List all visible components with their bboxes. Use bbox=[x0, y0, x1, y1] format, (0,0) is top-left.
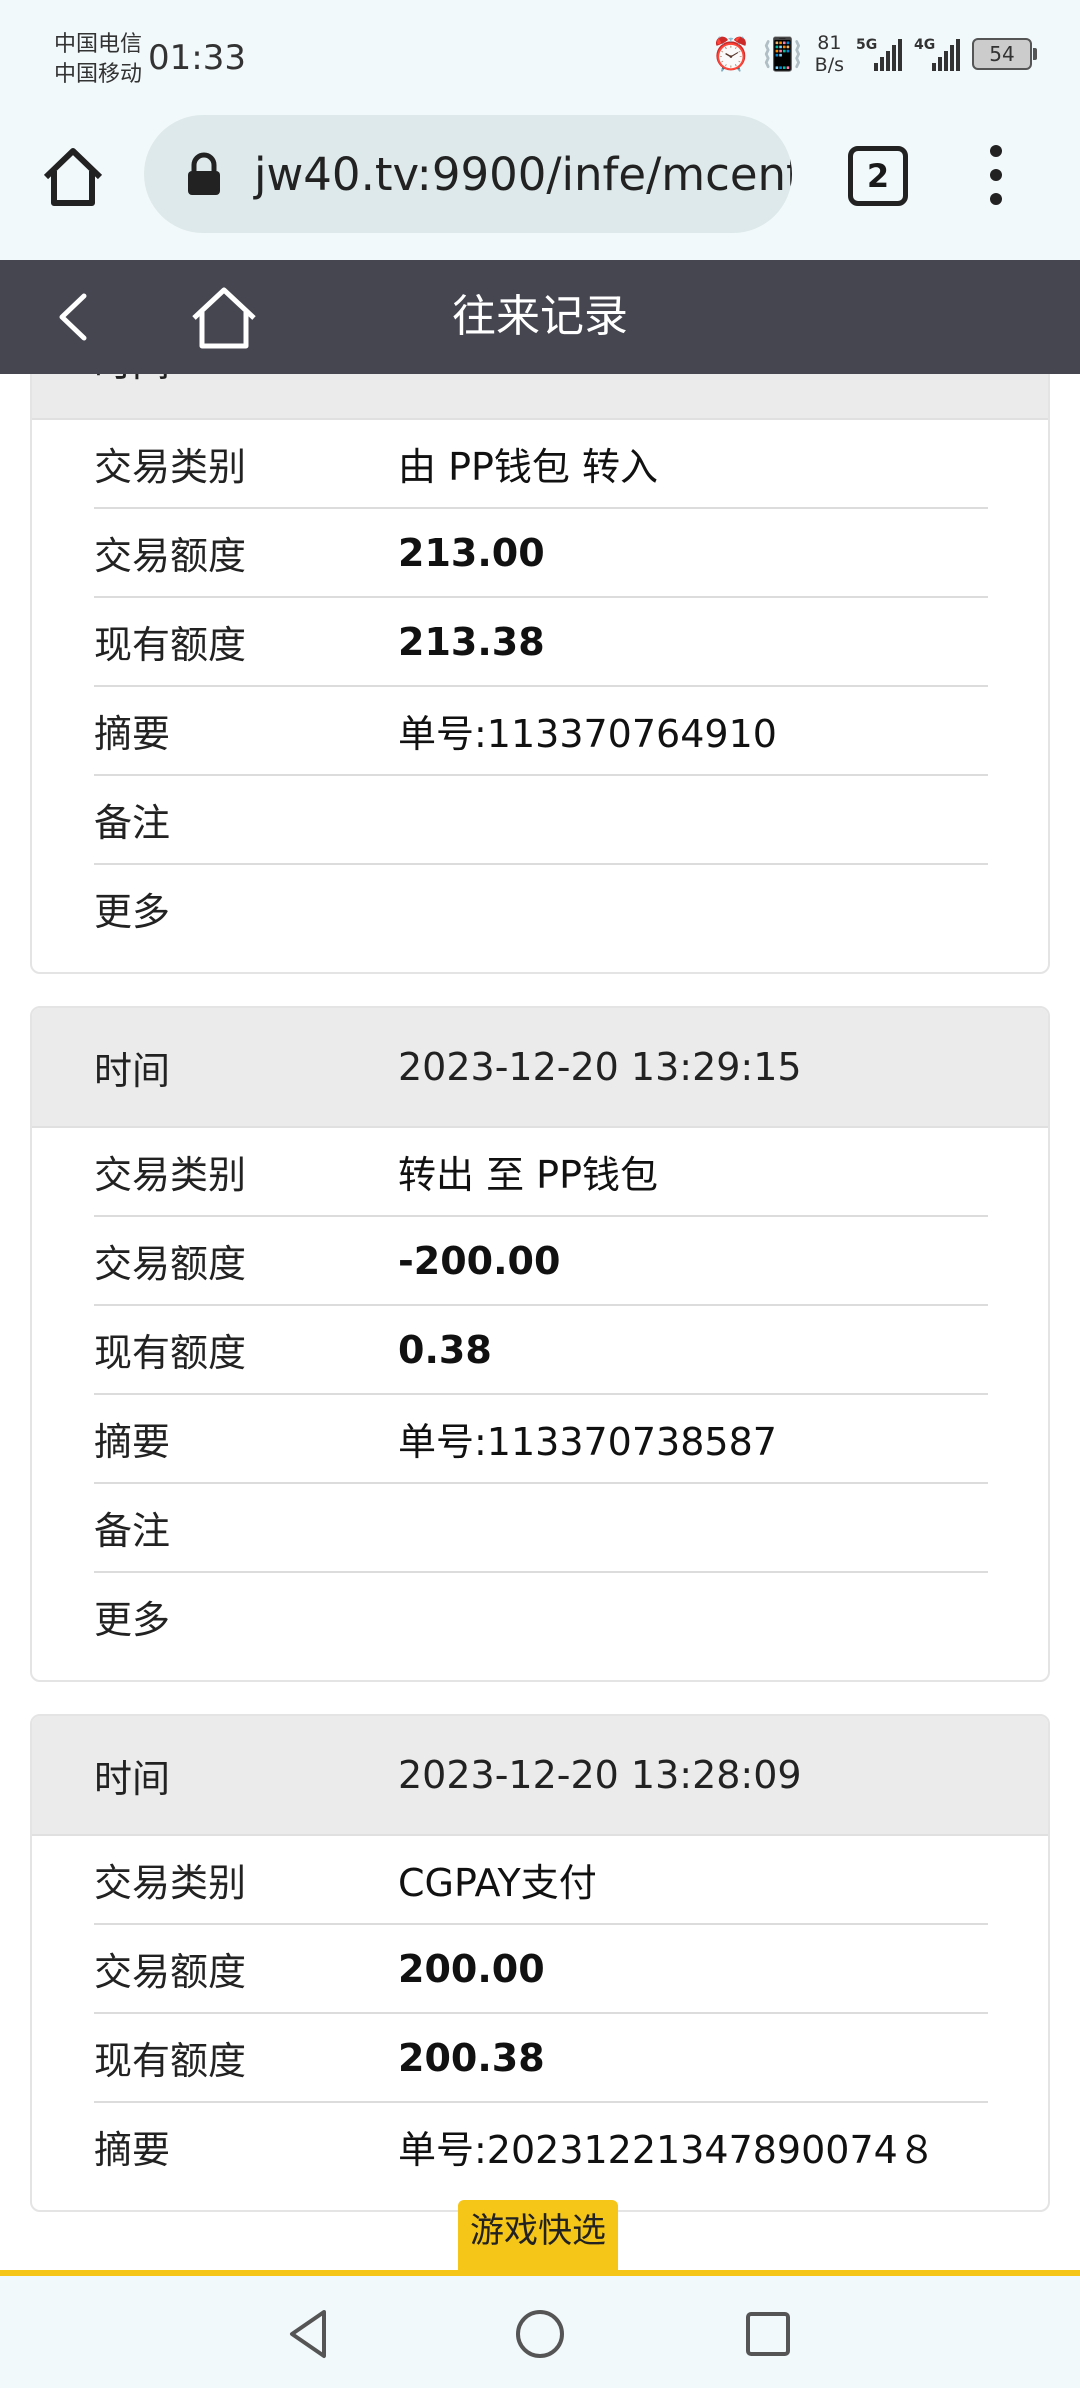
record-row: 交易类别 由 PP钱包 转入 bbox=[94, 420, 988, 509]
nav-recents-icon[interactable] bbox=[738, 2304, 798, 2364]
url-text: jw40.tv:9900/infe/mcenter bbox=[254, 147, 792, 201]
address-bar[interactable]: jw40.tv:9900/infe/mcenter bbox=[144, 115, 792, 233]
row-label: 现有额度 bbox=[94, 623, 247, 667]
record-row: 交易额度 200.00 bbox=[94, 1925, 988, 2014]
record-header: 时间 2023-12-20 13:29:15 bbox=[32, 1008, 1048, 1128]
row-label: 交易额度 bbox=[94, 1242, 247, 1286]
record-row: 摘要 单号:20231221347890074８ bbox=[94, 2103, 988, 2190]
row-label: 摘要 bbox=[94, 2128, 171, 2172]
nav-home-icon[interactable] bbox=[510, 2304, 570, 2364]
browser-toolbar: jw40.tv:9900/infe/mcenter 2 bbox=[0, 115, 1080, 260]
records-scroll-area[interactable]: 时间2023-12-20 13:33:00交易类别由 PP钱包 转入交易额度21… bbox=[0, 374, 1080, 2270]
row-value: 0.38 bbox=[398, 1327, 492, 1372]
net-speed-value: 81 bbox=[817, 32, 842, 54]
row-label: 现有额度 bbox=[94, 1331, 247, 1375]
row-label: 交易额度 bbox=[94, 1950, 247, 1994]
row-value: 213.00 bbox=[398, 530, 545, 575]
row-label: 备注 bbox=[94, 1509, 171, 1553]
row-value: 213.38 bbox=[398, 619, 545, 664]
row-label: 更多 bbox=[94, 1598, 171, 1642]
row-value: 200.00 bbox=[398, 1946, 545, 1991]
time-label: 时间 bbox=[94, 374, 398, 387]
row-label: 备注 bbox=[94, 801, 171, 845]
record-header: 时间 2023-12-20 13:28:09 bbox=[32, 1716, 1048, 1836]
record-card: 时间 2023-12-20 13:28:09 交易类别 CGPAY支付交易额度 200.… bbox=[30, 1714, 1050, 2212]
record-card: 时间2023-12-20 13:33:00 交易类别 由 PP钱包 转入交易额度 21… bbox=[30, 374, 1050, 974]
row-value: 200.38 bbox=[398, 2035, 545, 2080]
record-row: 更多 bbox=[94, 865, 988, 952]
time-label: 时间 bbox=[94, 1756, 171, 1801]
page-title: 往来记录 bbox=[452, 291, 628, 342]
row-label: 摘要 bbox=[94, 1420, 171, 1464]
record-row: 摘要 单号:113370764910 bbox=[94, 687, 988, 776]
row-label: 交易类别 bbox=[94, 1861, 247, 1905]
carrier-2: 中国移动 bbox=[54, 62, 143, 87]
record-row: 交易类别 转出 至 PP钱包 bbox=[94, 1128, 988, 1217]
record-row: 摘要 单号:113370738587 bbox=[94, 1395, 988, 1484]
time-value: 2023-12-20 13:29:15 bbox=[398, 1045, 802, 1089]
signal-4g-icon: 4G bbox=[914, 37, 960, 71]
record-rows: 交易类别 由 PP钱包 转入交易额度 213.00 现有额度 213.38 摘要 单号:11… bbox=[32, 420, 1048, 972]
time-value: 2023-12-20 13:28:09 bbox=[398, 1753, 802, 1797]
row-value: 单号:113370738587 bbox=[398, 1420, 777, 1464]
record-row: 现有额度 200.38 bbox=[94, 2014, 988, 2103]
record-row: 现有额度 0.38 bbox=[94, 1306, 988, 1395]
net-speed: 81 B/s bbox=[815, 32, 844, 76]
carrier-1: 中国电信 bbox=[54, 32, 143, 57]
time-label: 时间 bbox=[94, 1048, 171, 1093]
carrier-info: 中国电信 中国移动 bbox=[54, 30, 142, 90]
vibrate-icon: 📳 bbox=[762, 35, 803, 73]
app-header: 往来记录 bbox=[0, 260, 1080, 374]
row-value: 单号:20231221347890074８ bbox=[398, 2128, 936, 2172]
record-row: 交易额度 213.00 bbox=[94, 509, 988, 598]
net-speed-unit: B/s bbox=[814, 54, 844, 76]
row-label: 交易额度 bbox=[94, 534, 247, 578]
alarm-icon: ⏰ bbox=[710, 35, 751, 73]
row-value: 由 PP钱包 转入 bbox=[398, 445, 658, 489]
battery-icon: 54 bbox=[972, 38, 1037, 70]
signal-5g-icon: 5G bbox=[856, 37, 902, 71]
record-row: 交易额度 -200.00 bbox=[94, 1217, 988, 1306]
row-value: -200.00 bbox=[398, 1238, 561, 1283]
record-row: 更多 bbox=[94, 1573, 988, 1660]
record-rows: 交易类别 转出 至 PP钱包交易额度 -200.00 现有额度 0.38 摘要 单号:113… bbox=[32, 1128, 1048, 1680]
record-row: 交易类别 CGPAY支付 bbox=[94, 1836, 988, 1925]
tab-switcher-button[interactable]: 2 bbox=[848, 146, 908, 206]
status-icons: ⏰ 📳 81 B/s 5G 4G 54 bbox=[710, 32, 1037, 76]
row-value: CGPAY支付 bbox=[398, 1861, 597, 1905]
record-row: 备注 bbox=[94, 776, 988, 865]
status-clock: 01:33 bbox=[148, 38, 246, 78]
home-icon[interactable] bbox=[190, 286, 258, 350]
record-header: 时间2023-12-20 13:33:00 bbox=[32, 374, 1048, 420]
lock-icon bbox=[188, 152, 220, 195]
system-nav-bar bbox=[0, 2270, 1080, 2388]
record-card: 时间 2023-12-20 13:29:15 交易类别 转出 至 PP钱包交易额度 -2… bbox=[30, 1006, 1050, 1682]
time-value: 2023-12-20 13:33:00 bbox=[398, 374, 802, 381]
status-bar: 中国电信 中国移动 01:33 ⏰ 📳 81 B/s 5G 4G 54 bbox=[0, 0, 1080, 115]
signal-1-label: 5G bbox=[856, 37, 878, 53]
record-row: 现有额度 213.38 bbox=[94, 598, 988, 687]
more-menu-icon[interactable] bbox=[986, 145, 1006, 205]
back-arrow-icon[interactable] bbox=[50, 290, 100, 344]
row-label: 现有额度 bbox=[94, 2039, 247, 2083]
row-label: 更多 bbox=[94, 890, 171, 934]
record-rows: 交易类别 CGPAY支付交易额度 200.00 现有额度 200.38 摘要 单号:2023… bbox=[32, 1836, 1048, 2210]
row-value: 单号:113370764910 bbox=[398, 712, 777, 756]
row-label: 摘要 bbox=[94, 712, 171, 756]
nav-back-icon[interactable] bbox=[280, 2304, 340, 2364]
record-list: 时间2023-12-20 13:33:00交易类别由 PP钱包 转入交易额度21… bbox=[30, 374, 1050, 2244]
signal-2-label: 4G bbox=[914, 37, 936, 53]
row-value: 转出 至 PP钱包 bbox=[398, 1153, 658, 1197]
record-row: 备注 bbox=[94, 1484, 988, 1573]
home-icon[interactable] bbox=[40, 143, 106, 209]
game-quick-select-button[interactable]: 游戏快选 bbox=[458, 2200, 618, 2270]
row-label: 交易类别 bbox=[94, 445, 247, 489]
row-label: 交易类别 bbox=[94, 1153, 247, 1197]
